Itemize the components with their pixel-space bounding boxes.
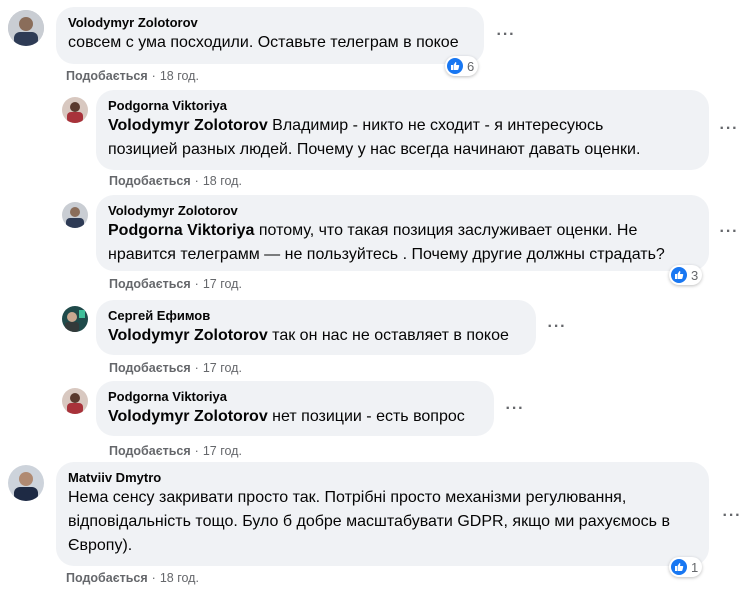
- reply-comment: Volodymyr Zolotorov Podgorna Viktoriya п…: [0, 193, 752, 298]
- timestamp[interactable]: 18 год.: [160, 571, 199, 585]
- comment-author[interactable]: Podgorna Viktoriya: [108, 389, 482, 405]
- more-options-icon: ···: [722, 507, 742, 524]
- reply-comment: Сергей Ефимов Volodymyr Zolotorov так он…: [0, 298, 752, 380]
- comment-text: відповідальність тощо. Було б добре масш…: [68, 513, 670, 530]
- reaction-count[interactable]: 1: [669, 557, 703, 577]
- comment-actions: Подобається · 18 год.: [109, 173, 242, 189]
- avatar-photo: [62, 97, 88, 123]
- more-options-icon: ···: [547, 318, 567, 335]
- reaction-count[interactable]: 6: [445, 56, 479, 76]
- reply-comment: Podgorna Viktoriya Volodymyr Zolotorov В…: [0, 88, 752, 193]
- more-options-icon: ···: [505, 400, 525, 417]
- comment-actions: Подобається · 17 год.: [109, 276, 242, 292]
- more-options-button[interactable]: ···: [492, 21, 520, 49]
- thumbs-up-icon: [671, 267, 687, 283]
- separator: ·: [194, 277, 199, 291]
- comment-text: Volodymyr Zolotorov нет позиции - есть в…: [108, 408, 465, 425]
- separator: ·: [194, 174, 199, 188]
- like-link[interactable]: Подобається: [109, 174, 191, 188]
- separator: ·: [151, 571, 156, 585]
- comment-bubble: Podgorna Viktoriya Volodymyr Zolotorov н…: [96, 381, 494, 436]
- mention-link[interactable]: Volodymyr Zolotorov: [108, 117, 268, 134]
- comment: Volodymyr Zolotorov совсем с ума посходи…: [0, 0, 752, 90]
- comment-text: совсем с ума посходили. Оставьте телегра…: [68, 34, 459, 51]
- mention-link[interactable]: Podgorna Viktoriya: [108, 222, 254, 239]
- like-link[interactable]: Подобається: [109, 277, 191, 291]
- separator: ·: [151, 69, 156, 83]
- more-options-icon: ···: [719, 223, 739, 240]
- avatar-photo: [8, 465, 44, 501]
- more-options-button[interactable]: ···: [715, 115, 743, 143]
- comment-bubble: Volodymyr Zolotorov совсем с ума посходи…: [56, 7, 484, 64]
- comment-author[interactable]: Matviiv Dmytro: [68, 470, 697, 486]
- comment-actions: Подобається · 18 год.: [66, 570, 199, 586]
- like-link[interactable]: Подобається: [109, 361, 191, 375]
- like-link[interactable]: Подобається: [66, 571, 148, 585]
- comment-text: позицией разных людей. Почему у нас всег…: [108, 141, 641, 158]
- comment: Matviiv Dmytro Нема сенсу закривати прос…: [0, 456, 752, 589]
- comment-author[interactable]: Podgorna Viktoriya: [108, 98, 697, 114]
- reply-comment: Podgorna Viktoriya Volodymyr Zolotorov н…: [0, 380, 752, 462]
- comment-bubble: Matviiv Dmytro Нема сенсу закривати прос…: [56, 462, 709, 566]
- more-options-button[interactable]: ···: [718, 502, 746, 530]
- avatar[interactable]: [62, 202, 88, 228]
- reaction-number: 6: [467, 58, 475, 74]
- avatar-photo: [62, 202, 88, 228]
- reaction-count[interactable]: 3: [669, 265, 703, 285]
- separator: ·: [194, 361, 199, 375]
- comment-text: Volodymyr Zolotorov так он нас не оставл…: [108, 327, 509, 344]
- timestamp[interactable]: 17 год.: [203, 277, 242, 291]
- avatar[interactable]: [62, 97, 88, 123]
- avatar[interactable]: [62, 388, 88, 414]
- comment-bubble: Podgorna Viktoriya Volodymyr Zolotorov В…: [96, 90, 709, 170]
- avatar[interactable]: [8, 465, 44, 501]
- comment-actions: Подобається · 18 год.: [66, 68, 199, 84]
- thumbs-up-icon: [447, 58, 463, 74]
- like-link[interactable]: Подобається: [66, 69, 148, 83]
- comment-text: Нема сенсу закривати просто так. Потрібн…: [68, 489, 627, 506]
- reaction-number: 3: [691, 267, 699, 283]
- timestamp[interactable]: 17 год.: [203, 361, 242, 375]
- comment-text: Європу).: [68, 537, 133, 554]
- comment-author[interactable]: Сергей Ефимов: [108, 308, 524, 324]
- more-options-icon: ···: [496, 26, 516, 43]
- comment-text: Volodymyr Zolotorov Владимир - никто не …: [108, 117, 604, 134]
- comment-bubble: Сергей Ефимов Volodymyr Zolotorov так он…: [96, 300, 536, 355]
- comment-author[interactable]: Volodymyr Zolotorov: [108, 203, 697, 219]
- timestamp[interactable]: 18 год.: [203, 174, 242, 188]
- more-options-button[interactable]: ···: [543, 313, 571, 341]
- avatar-photo: [8, 10, 44, 46]
- mention-link[interactable]: Volodymyr Zolotorov: [108, 408, 268, 425]
- more-options-icon: ···: [719, 120, 739, 137]
- comment-author[interactable]: Volodymyr Zolotorov: [68, 15, 472, 31]
- avatar-photo: [62, 388, 88, 414]
- thumbs-up-icon: [671, 559, 687, 575]
- reaction-number: 1: [691, 559, 699, 575]
- comment-bubble: Volodymyr Zolotorov Podgorna Viktoriya п…: [96, 195, 709, 271]
- avatar[interactable]: [62, 306, 88, 332]
- comment-text: Podgorna Viktoriya потому, что такая поз…: [108, 222, 638, 239]
- comment-actions: Подобається · 17 год.: [109, 360, 242, 376]
- avatar[interactable]: [8, 10, 44, 46]
- timestamp[interactable]: 18 год.: [160, 69, 199, 83]
- avatar-photo: [62, 306, 88, 332]
- more-options-button[interactable]: ···: [501, 395, 529, 423]
- mention-link[interactable]: Volodymyr Zolotorov: [108, 327, 268, 344]
- comment-text: нравится телеграмм — не пользуйтесь . По…: [108, 246, 665, 263]
- more-options-button[interactable]: ···: [715, 218, 743, 246]
